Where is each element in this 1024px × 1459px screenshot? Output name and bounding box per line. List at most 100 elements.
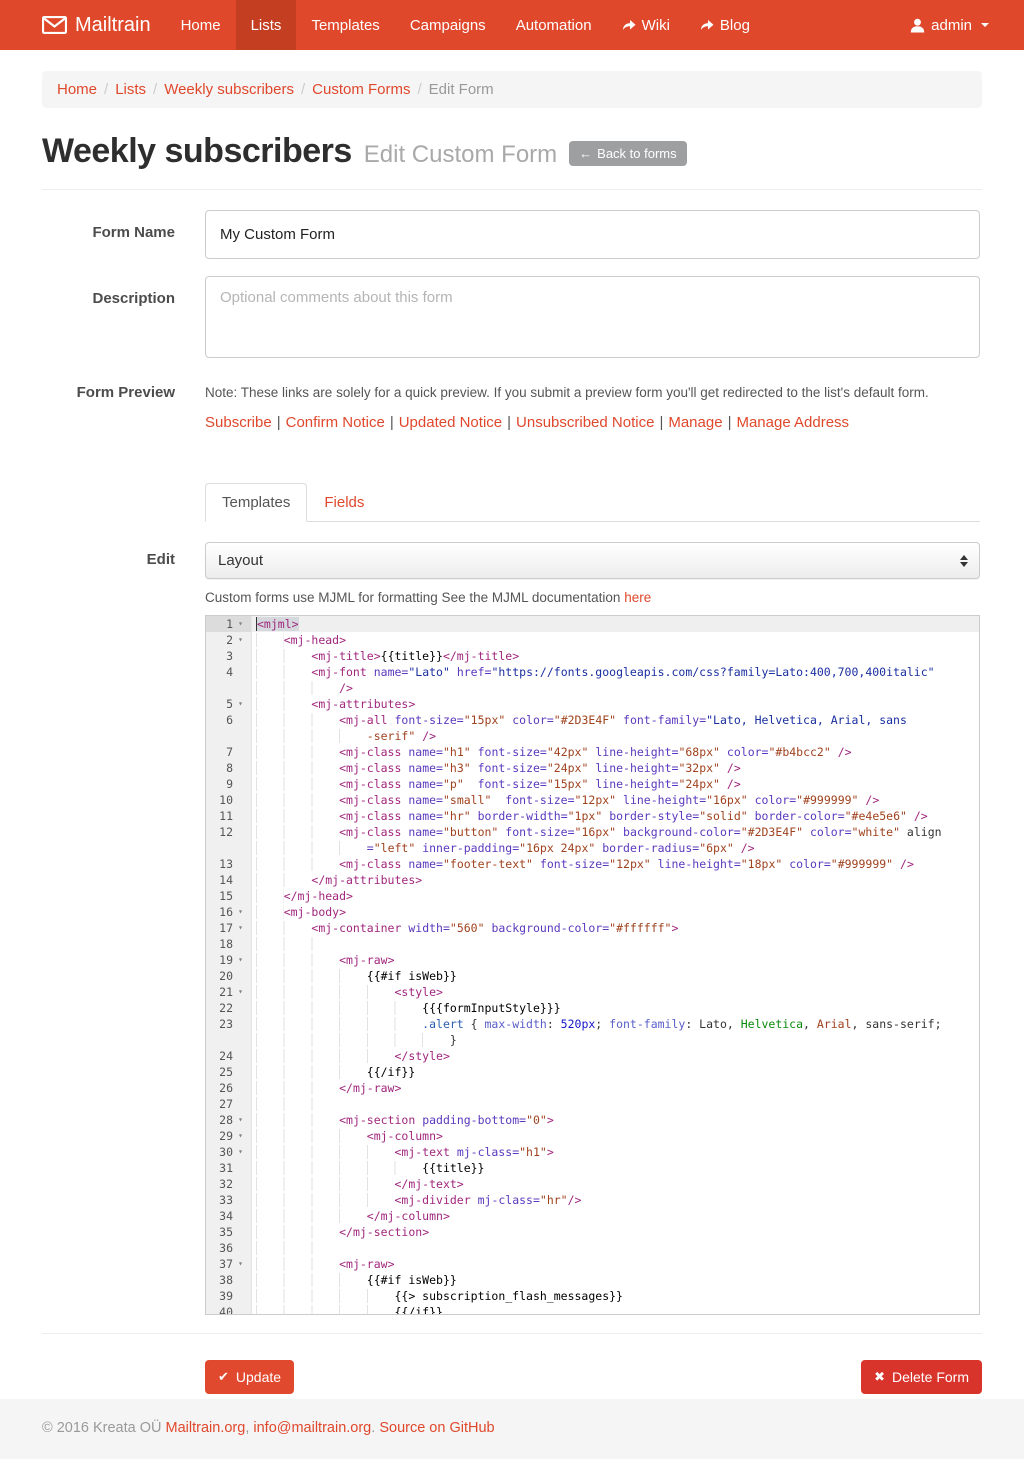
- nav-item-blog[interactable]: Blog: [685, 0, 765, 50]
- fold-arrow-icon[interactable]: ▾: [233, 904, 248, 920]
- breadcrumb-separator: /: [410, 81, 428, 98]
- code-text: {{#if isWeb}}: [252, 968, 457, 984]
- preview-link-subscribe[interactable]: Subscribe: [205, 414, 272, 431]
- description-field[interactable]: [205, 276, 980, 358]
- fold-spacer: [233, 1080, 248, 1096]
- fold-spacer: [233, 776, 248, 792]
- template-select[interactable]: Layout: [205, 542, 980, 579]
- mailtrain-org-link[interactable]: Mailtrain.org: [166, 1420, 246, 1436]
- template-select-value: Layout: [218, 552, 263, 569]
- breadcrumb-link-home[interactable]: Home: [57, 81, 97, 98]
- line-number: 7: [206, 744, 233, 760]
- fold-spacer: [233, 1064, 248, 1080]
- fold-spacer: [233, 1240, 248, 1256]
- nav-item-wiki[interactable]: Wiki: [607, 0, 685, 50]
- gutter: 15: [206, 888, 252, 904]
- fold-arrow-icon[interactable]: ▾: [233, 1128, 248, 1144]
- page-subtitle: Edit Custom Form: [364, 141, 557, 169]
- nav-item-automation[interactable]: Automation: [501, 0, 607, 50]
- code-line: 1▾<mjml>: [206, 616, 979, 632]
- line-number: 27: [206, 1096, 233, 1112]
- gutter: 1▾: [206, 616, 252, 632]
- code-text: <mj-all font-size="15px" color="#2D3E4F"…: [252, 712, 907, 728]
- gutter: 20: [206, 968, 252, 984]
- breadcrumb-link-lists[interactable]: Lists: [115, 81, 146, 98]
- nav-item-templates[interactable]: Templates: [296, 0, 394, 50]
- code-line: 7 <mj-class name="h1" font-size="42px" l…: [206, 744, 979, 760]
- code-line: 25 {{/if}}: [206, 1064, 979, 1080]
- code-line: 19▾ <mj-raw>: [206, 952, 979, 968]
- code-line: 11 <mj-class name="hr" border-width="1px…: [206, 808, 979, 824]
- fold-arrow-icon[interactable]: ▾: [233, 1112, 248, 1128]
- select-arrows-icon: [960, 555, 968, 567]
- user-menu[interactable]: admin: [902, 0, 997, 50]
- gutter: 28▾: [206, 1112, 252, 1128]
- gutter: 4: [206, 664, 252, 680]
- gutter: 39: [206, 1288, 252, 1304]
- user-icon: [910, 18, 925, 33]
- preview-link-manage-address[interactable]: Manage Address: [736, 414, 849, 431]
- code-text: [252, 1096, 339, 1112]
- back-arrow-icon: ←: [579, 146, 592, 161]
- code-text: <mj-class name="footer-text" font-size="…: [252, 856, 914, 872]
- preview-link-unsubscribed-notice[interactable]: Unsubscribed Notice: [516, 414, 654, 431]
- nav-item-home[interactable]: Home: [166, 0, 236, 50]
- fold-arrow-icon[interactable]: ▾: [233, 616, 248, 632]
- fold-arrow-icon[interactable]: ▾: [233, 920, 248, 936]
- delete-form-button[interactable]: ✖ Delete Form: [861, 1360, 982, 1394]
- fold-arrow-icon[interactable]: ▾: [233, 984, 248, 1000]
- tab-fields[interactable]: Fields: [307, 483, 381, 522]
- code-line: 10 <mj-class name="small" font-size="12p…: [206, 792, 979, 808]
- fold-spacer: [233, 744, 248, 760]
- brand[interactable]: Mailtrain: [27, 0, 166, 50]
- update-button[interactable]: ✔ Update: [205, 1360, 294, 1394]
- form-name-field[interactable]: [205, 210, 980, 259]
- fold-spacer: [233, 664, 248, 680]
- gutter: 30▾: [206, 1144, 252, 1160]
- code-line: 4 <mj-font name="Lato" href="https://fon…: [206, 664, 979, 680]
- line-number: 37: [206, 1256, 233, 1272]
- link-separator: |: [723, 414, 737, 431]
- page-title: Weekly subscribers: [42, 132, 352, 171]
- line-number: 4: [206, 664, 233, 680]
- fold-spacer: [233, 1032, 248, 1048]
- fold-spacer: [233, 824, 248, 840]
- code-text: <mj-class name="h3" font-size="24px" lin…: [252, 760, 741, 776]
- code-text: {{> subscription_flash_messages}}: [252, 1288, 623, 1304]
- mjml-docs-link[interactable]: here: [624, 590, 651, 605]
- code-text: </mj-head>: [252, 888, 353, 904]
- fold-arrow-icon[interactable]: ▾: [233, 952, 248, 968]
- fold-spacer: [233, 1048, 248, 1064]
- fold-spacer: [233, 808, 248, 824]
- fold-spacer: [233, 1176, 248, 1192]
- breadcrumb-link-weekly-subscribers[interactable]: Weekly subscribers: [164, 81, 294, 98]
- back-to-forms-button[interactable]: ← Back to forms: [569, 141, 686, 166]
- nav-item-lists[interactable]: Lists: [236, 0, 297, 50]
- code-line: 6 <mj-all font-size="15px" color="#2D3E4…: [206, 712, 979, 728]
- github-source-link[interactable]: Source on GitHub: [379, 1420, 494, 1436]
- preview-link-updated-notice[interactable]: Updated Notice: [399, 414, 502, 431]
- code-text: </mj-raw>: [252, 1080, 401, 1096]
- gutter: 27: [206, 1096, 252, 1112]
- code-text: <mj-section padding-bottom="0">: [252, 1112, 554, 1128]
- fold-spacer: [233, 968, 248, 984]
- code-line: 5▾ <mj-attributes>: [206, 696, 979, 712]
- nav-item-campaigns[interactable]: Campaigns: [395, 0, 501, 50]
- code-line: 2▾ <mj-head>: [206, 632, 979, 648]
- mjml-code-editor[interactable]: 1▾<mjml>2▾ <mj-head>3 <mj-title>{{title}…: [205, 615, 980, 1315]
- code-line: 20 {{#if isWeb}}: [206, 968, 979, 984]
- code-line: 24 </style>: [206, 1048, 979, 1064]
- copyright-text: © 2016 Kreata OÜ: [42, 1420, 166, 1436]
- tab-templates[interactable]: Templates: [205, 483, 307, 522]
- code-line: ="left" inner-padding="16px 24px" border…: [206, 840, 979, 856]
- fold-arrow-icon[interactable]: ▾: [233, 632, 248, 648]
- preview-link-manage[interactable]: Manage: [668, 414, 722, 431]
- fold-arrow-icon[interactable]: ▾: [233, 696, 248, 712]
- code-text: <mjml>: [252, 616, 299, 632]
- fold-arrow-icon[interactable]: ▾: [233, 1256, 248, 1272]
- code-line: 30▾ <mj-text mj-class="h1">: [206, 1144, 979, 1160]
- preview-link-confirm-notice[interactable]: Confirm Notice: [286, 414, 385, 431]
- fold-arrow-icon[interactable]: ▾: [233, 1144, 248, 1160]
- email-link[interactable]: info@mailtrain.org: [253, 1420, 371, 1436]
- breadcrumb-link-custom-forms[interactable]: Custom Forms: [312, 81, 410, 98]
